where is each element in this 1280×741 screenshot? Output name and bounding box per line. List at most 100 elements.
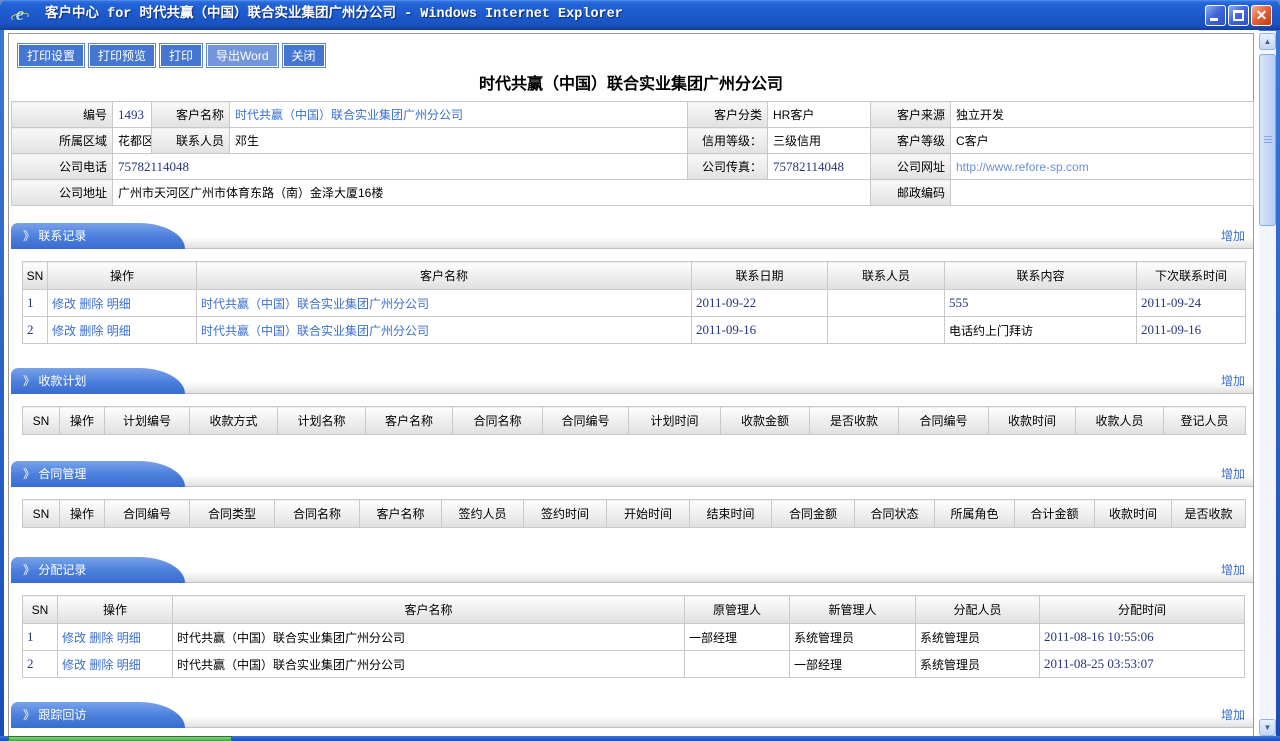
add-link-follow-up[interactable]: 增加 bbox=[1221, 708, 1245, 722]
table-contact-records: SN操作客户名称联系日期联系人员联系内容下次联系时间1修改 删除 明细时代共赢（… bbox=[22, 261, 1246, 344]
page-title: 时代共赢（中国）联合实业集团广州分公司 bbox=[9, 74, 1253, 95]
section-bar-contract-management: 》 合同管理增加 bbox=[11, 461, 1253, 487]
op-link-1[interactable]: 删除 bbox=[89, 658, 113, 672]
add-link-assignment-records[interactable]: 增加 bbox=[1221, 563, 1245, 577]
column-header: 操作 bbox=[48, 262, 197, 290]
section-contact-records: 》 联系记录增加SN操作客户名称联系日期联系人员联系内容下次联系时间1修改 删除… bbox=[9, 223, 1253, 344]
column-header: 客户名称 bbox=[366, 407, 453, 435]
op-link-2[interactable]: 明细 bbox=[117, 658, 141, 672]
op-link-2[interactable]: 明细 bbox=[107, 297, 131, 311]
column-header: 签约人员 bbox=[442, 500, 524, 528]
section-title: 合同管理 bbox=[38, 467, 86, 481]
info-value: 三级信用 bbox=[768, 128, 871, 154]
add-link-contract-management[interactable]: 增加 bbox=[1221, 467, 1245, 481]
info-label: 联系人员 bbox=[152, 128, 230, 154]
section-bar-contact-records: 》 联系记录增加 bbox=[11, 223, 1253, 249]
op-link-0[interactable]: 修改 bbox=[52, 297, 76, 311]
op-link-0[interactable]: 修改 bbox=[62, 631, 86, 645]
customer-info-table: 编号1493客户名称时代共赢（中国）联合实业集团广州分公司客户分类HR客户客户来… bbox=[11, 101, 1254, 206]
table-cell: 2011-08-16 10:55:06 bbox=[1040, 624, 1245, 651]
minimize-button[interactable] bbox=[1205, 5, 1226, 26]
column-header: 操作 bbox=[58, 596, 173, 624]
section-strip-assignment-records: 增加 bbox=[139, 557, 1253, 583]
section-strip-follow-up: 增加 bbox=[139, 702, 1253, 728]
column-header: 收款时间 bbox=[989, 407, 1076, 435]
table-row: 1修改 删除 明细时代共赢（中国）联合实业集团广州分公司2011-09-2255… bbox=[23, 290, 1246, 317]
section-assignment-records: 》 分配记录增加SN操作客户名称原管理人新管理人分配人员分配时间1修改 删除 明… bbox=[9, 557, 1253, 678]
op-link-2[interactable]: 明细 bbox=[117, 631, 141, 645]
page-box: 打印设置打印预览打印导出Word关闭 时代共赢（中国）联合实业集团广州分公司 编… bbox=[8, 33, 1254, 736]
info-label: 客户等级 bbox=[871, 128, 951, 154]
info-row: 编号1493客户名称时代共赢（中国）联合实业集团广州分公司客户分类HR客户客户来… bbox=[12, 102, 1254, 128]
info-row: 所属区域花都区联系人员邓生信用等级：三级信用客户等级C客户 bbox=[12, 128, 1254, 154]
column-header: SN bbox=[23, 407, 60, 435]
maximize-button[interactable] bbox=[1228, 5, 1249, 26]
column-header: 合同名称 bbox=[275, 500, 360, 528]
column-header: 联系内容 bbox=[945, 262, 1137, 290]
column-header: 开始时间 bbox=[607, 500, 690, 528]
table-cell: 电话约上门拜访 bbox=[945, 317, 1137, 344]
column-header: 客户名称 bbox=[197, 262, 692, 290]
toolbar-button-3[interactable]: 导出Word bbox=[206, 43, 278, 68]
info-label: 公司传真： bbox=[688, 154, 768, 180]
cell-link[interactable]: 时代共赢（中国）联合实业集团广州分公司 bbox=[201, 324, 429, 338]
toolbar: 打印设置打印预览打印导出Word关闭 bbox=[9, 34, 1253, 68]
column-header: 下次联系时间 bbox=[1137, 262, 1246, 290]
section-tab-follow-up: 》 跟踪回访 bbox=[11, 702, 139, 728]
add-link-contact-records[interactable]: 增加 bbox=[1221, 229, 1245, 243]
table-cell: 修改 删除 明细 bbox=[48, 290, 197, 317]
info-value: 广州市天河区广州市体育东路（南）金泽大厦16楼 bbox=[113, 180, 871, 206]
op-link-0[interactable]: 修改 bbox=[52, 324, 76, 338]
info-label: 客户来源 bbox=[871, 102, 951, 128]
header-row: SN操作客户名称联系日期联系人员联系内容下次联系时间 bbox=[23, 262, 1246, 290]
column-header: 原管理人 bbox=[685, 596, 790, 624]
vertical-scrollbar[interactable]: ▲ ▼ bbox=[1259, 31, 1276, 736]
op-link-2[interactable]: 明细 bbox=[107, 324, 131, 338]
column-header: 客户名称 bbox=[360, 500, 442, 528]
scroll-thumb[interactable] bbox=[1259, 54, 1276, 226]
toolbar-button-2[interactable]: 打印 bbox=[159, 43, 203, 68]
column-header: 合同编号 bbox=[899, 407, 989, 435]
section-title: 分配记录 bbox=[38, 563, 86, 577]
table-cell: 系统管理员 bbox=[916, 624, 1040, 651]
cell-link[interactable]: 时代共赢（中国）联合实业集团广州分公司 bbox=[201, 297, 429, 311]
toolbar-button-1[interactable]: 打印预览 bbox=[88, 43, 156, 68]
table-assignment-records: SN操作客户名称原管理人新管理人分配人员分配时间1修改 删除 明细时代共赢（中国… bbox=[22, 595, 1245, 678]
column-header: 签约时间 bbox=[524, 500, 607, 528]
close-button[interactable]: ✕ bbox=[1251, 5, 1272, 26]
info-label: 客户分类 bbox=[688, 102, 768, 128]
section-marker: 》 bbox=[23, 374, 38, 388]
add-link-payment-plans[interactable]: 增加 bbox=[1221, 374, 1245, 388]
header-row: SN操作计划编号收款方式计划名称客户名称合同名称合同编号计划时间收款金额是否收款… bbox=[23, 407, 1246, 435]
op-link-0[interactable]: 修改 bbox=[62, 658, 86, 672]
sections: 》 联系记录增加SN操作客户名称联系日期联系人员联系内容下次联系时间1修改 删除… bbox=[9, 223, 1253, 728]
cell-link[interactable]: http://www.refore-sp.com bbox=[956, 160, 1089, 174]
op-link-1[interactable]: 删除 bbox=[89, 631, 113, 645]
scroll-up-button[interactable]: ▲ bbox=[1259, 33, 1276, 50]
table-cell: 1 bbox=[23, 624, 58, 651]
toolbar-button-0[interactable]: 打印设置 bbox=[17, 43, 85, 68]
table-cell: 1 bbox=[23, 290, 48, 317]
cell-link[interactable]: 时代共赢（中国）联合实业集团广州分公司 bbox=[235, 108, 463, 122]
section-strip-payment-plans: 增加 bbox=[139, 368, 1253, 394]
op-link-1[interactable]: 删除 bbox=[79, 324, 103, 338]
section-title: 跟踪回访 bbox=[38, 708, 86, 722]
op-link-1[interactable]: 删除 bbox=[79, 297, 103, 311]
table-cell: 2 bbox=[23, 651, 58, 678]
table-cell: 2011-09-22 bbox=[692, 290, 828, 317]
column-header: 合同编号 bbox=[105, 500, 190, 528]
column-header: 客户名称 bbox=[173, 596, 685, 624]
info-value bbox=[951, 180, 1254, 206]
column-header: 是否收款 bbox=[810, 407, 899, 435]
info-label: 邮政编码 bbox=[871, 180, 951, 206]
browser-window: e 客户中心 for 时代共赢（中国）联合实业集团广州分公司 - Windows… bbox=[0, 0, 1280, 741]
table-cell bbox=[685, 651, 790, 678]
table-contract-management: SN操作合同编号合同类型合同名称客户名称签约人员签约时间开始时间结束时间合同金额… bbox=[22, 499, 1246, 528]
scroll-down-button[interactable]: ▼ bbox=[1259, 719, 1276, 736]
column-header: 登记人员 bbox=[1164, 407, 1246, 435]
table-cell: 系统管理员 bbox=[790, 624, 916, 651]
column-header: 合同编号 bbox=[543, 407, 629, 435]
toolbar-button-4[interactable]: 关闭 bbox=[282, 43, 326, 68]
info-value: 时代共赢（中国）联合实业集团广州分公司 bbox=[230, 102, 688, 128]
column-header: 收款方式 bbox=[190, 407, 278, 435]
